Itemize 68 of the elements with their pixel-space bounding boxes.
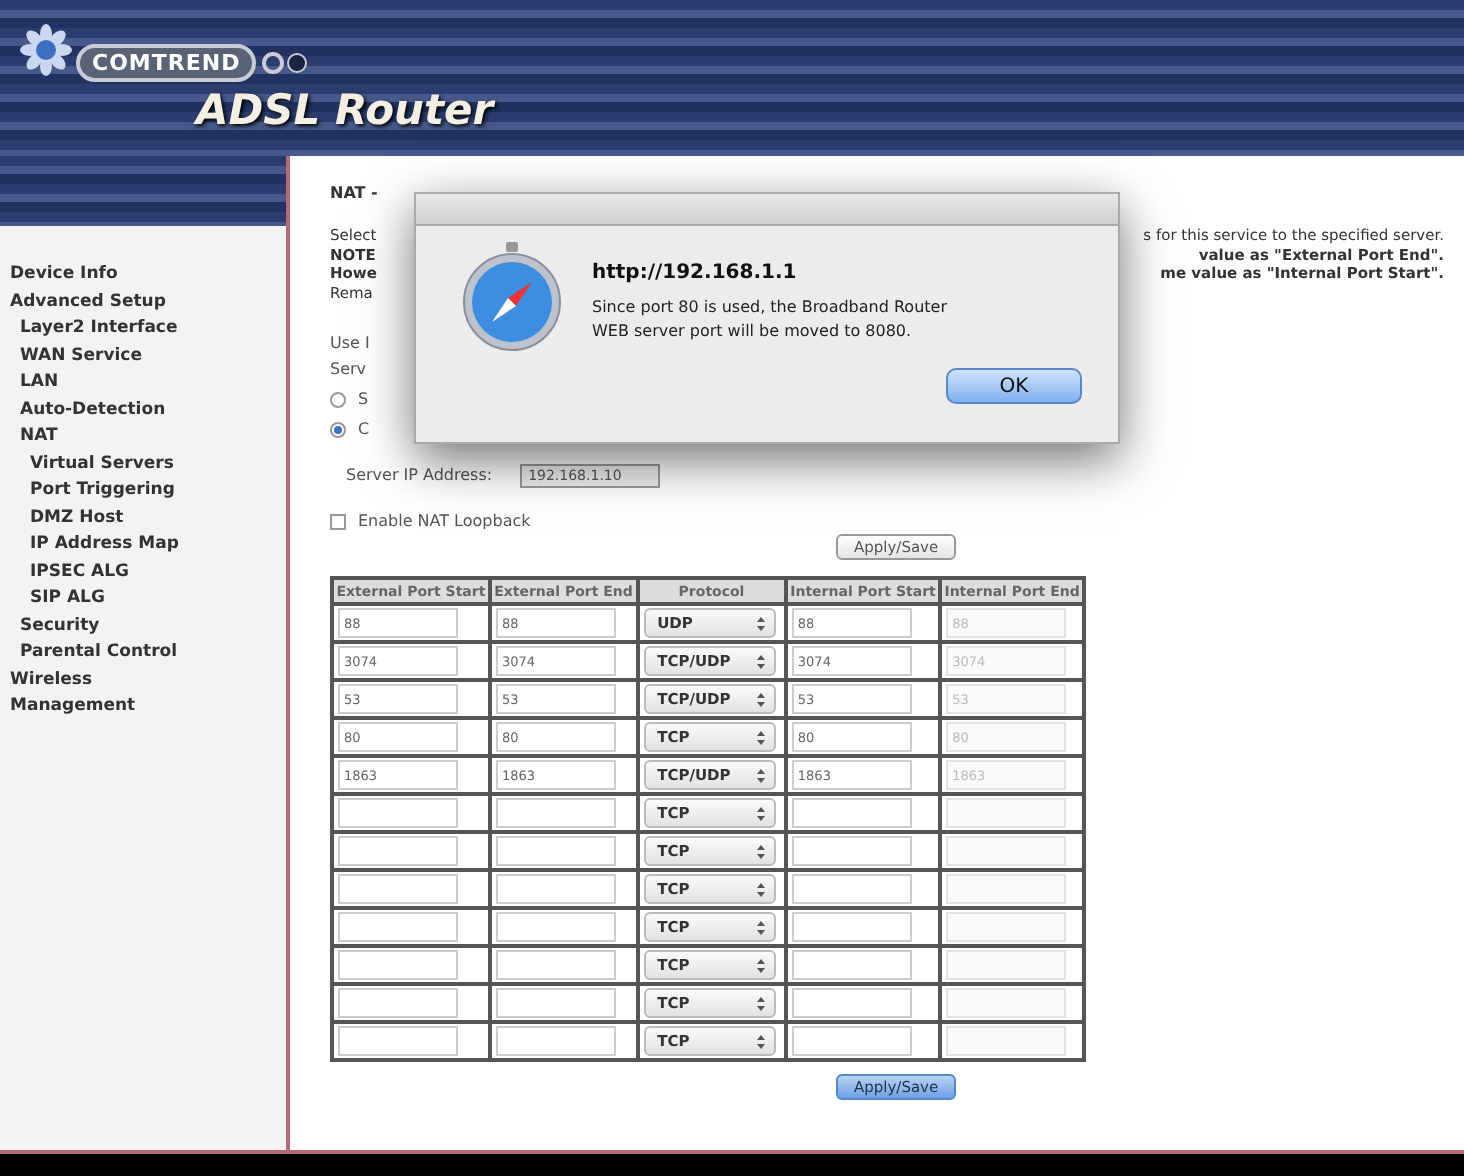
port-field[interactable] (495, 798, 616, 828)
product-title: ADSL Router (196, 86, 494, 134)
flower-logo-icon (20, 24, 72, 76)
nav-item[interactable]: Management (10, 694, 286, 721)
updown-icon (755, 957, 766, 973)
port-field[interactable] (495, 874, 616, 904)
port-field[interactable] (791, 874, 912, 904)
nav-item[interactable]: NAT (10, 424, 286, 451)
updown-icon (755, 805, 766, 821)
updown-icon (755, 767, 766, 783)
updown-icon (755, 881, 766, 897)
field-label: Server IP Address: (346, 464, 493, 488)
nav-item[interactable]: Auto-Detection (10, 397, 286, 424)
ok-button[interactable]: OK (946, 368, 1082, 404)
dialog-message: Since port 80 is used, the Broadband Router WEB server port will be moved to 8080. (592, 296, 949, 344)
nav-item[interactable]: WAN Service (10, 343, 286, 370)
nav-item[interactable]: IP Address Map (10, 532, 286, 559)
nav-item[interactable]: SIP ALG (10, 586, 286, 613)
port-field[interactable] (791, 798, 912, 828)
brand-logo: COMTREND (76, 44, 257, 82)
nav-item[interactable]: Wireless (10, 667, 286, 694)
port-field[interactable] (338, 1026, 458, 1056)
compass-icon (460, 242, 564, 354)
port-field[interactable] (495, 950, 616, 980)
radio-button[interactable] (330, 391, 346, 407)
port-field[interactable] (791, 912, 912, 942)
nav-item[interactable]: Parental Control (10, 640, 286, 667)
nav-item[interactable]: Device Info (10, 262, 286, 289)
nav-item[interactable]: Advanced Setup (10, 289, 286, 316)
nav-item[interactable]: Port Triggering (10, 478, 286, 505)
port-field[interactable] (338, 912, 458, 942)
port-field[interactable] (495, 836, 616, 866)
checkbox-label: Enable NAT Loopback (358, 510, 531, 534)
nav-item[interactable]: Layer2 Interface (10, 316, 286, 343)
updown-icon (755, 919, 766, 935)
radio-label: S (358, 388, 369, 412)
nav-item[interactable]: IPSEC ALG (10, 559, 286, 586)
page-title: NAT - (330, 184, 380, 202)
port-field[interactable] (791, 836, 912, 866)
updown-icon (755, 729, 766, 745)
port-field[interactable] (495, 912, 616, 942)
updown-icon (755, 1033, 766, 1049)
checkbox[interactable] (330, 513, 346, 529)
updown-icon (755, 653, 766, 669)
field-label: Use I (330, 332, 370, 356)
port-field[interactable] (338, 874, 458, 904)
port-field[interactable] (338, 988, 458, 1018)
field-label: Serv (330, 358, 367, 382)
nav-item[interactable]: Security (10, 613, 286, 640)
nav-item[interactable]: DMZ Host (10, 505, 286, 532)
port-field[interactable] (495, 988, 616, 1018)
port-field[interactable] (338, 798, 458, 828)
port-field[interactable] (791, 988, 912, 1018)
updown-icon (755, 691, 766, 707)
circles-icon (262, 52, 311, 74)
updown-icon (755, 843, 766, 859)
port-field[interactable] (338, 950, 458, 980)
radio-button[interactable] (330, 421, 346, 437)
port-field[interactable] (791, 950, 912, 980)
updown-icon (755, 995, 766, 1011)
nav-item[interactable]: LAN (10, 370, 286, 397)
radio-label: C (358, 418, 370, 442)
nav-item[interactable]: Virtual Servers (10, 451, 286, 478)
port-field[interactable] (338, 836, 458, 866)
port-field[interactable] (791, 1026, 912, 1056)
dialog-title: http://192.168.1.1 (592, 262, 799, 284)
port-field[interactable] (495, 1026, 616, 1056)
updown-icon (755, 615, 766, 631)
